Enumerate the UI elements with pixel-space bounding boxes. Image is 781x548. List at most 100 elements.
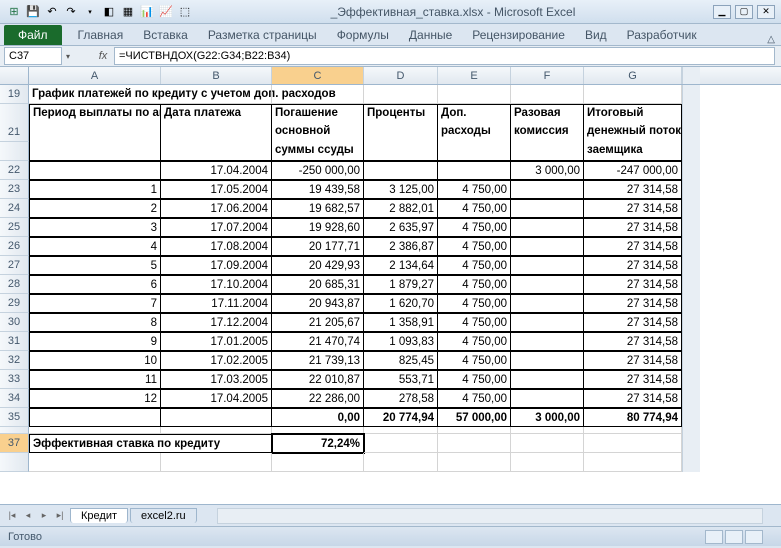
redo-icon[interactable]: ↷ (63, 4, 79, 20)
cell[interactable] (511, 434, 584, 453)
cell[interactable]: 4 (29, 237, 161, 256)
cell[interactable] (511, 313, 584, 332)
cell[interactable]: 10 (29, 351, 161, 370)
cell-A37[interactable]: Эффективная ставка по кредиту (29, 434, 161, 453)
sheet-nav-prev-icon[interactable]: ◂ (20, 510, 36, 521)
cell[interactable]: 1 093,83 (364, 332, 438, 351)
cell[interactable] (272, 453, 364, 472)
cell[interactable]: 2 635,97 (364, 218, 438, 237)
cell[interactable]: -247 000,00 (584, 161, 682, 180)
cell[interactable] (511, 351, 584, 370)
cell[interactable]: 12 (29, 389, 161, 408)
view-normal-button[interactable] (705, 530, 723, 544)
cell[interactable] (584, 434, 682, 453)
tab-pagelayout[interactable]: Разметка страницы (198, 25, 327, 45)
sheet-nav-last-icon[interactable]: ▸| (52, 510, 68, 521)
cell[interactable]: 17.04.2005 (161, 389, 272, 408)
cell[interactable]: 22 010,87 (272, 370, 364, 389)
cell[interactable] (584, 427, 682, 434)
cell[interactable] (438, 142, 511, 161)
tab-review[interactable]: Рецензирование (462, 25, 575, 45)
cell[interactable] (161, 142, 272, 161)
cell[interactable] (161, 408, 272, 427)
cell[interactable]: 21 470,74 (272, 332, 364, 351)
cell-header-D[interactable]: Проценты (364, 104, 438, 123)
tab-data[interactable]: Данные (399, 25, 462, 45)
cell[interactable] (511, 85, 584, 104)
cell[interactable]: денежный поток (584, 123, 682, 142)
cell[interactable]: 17.10.2004 (161, 275, 272, 294)
cell[interactable]: 8 (29, 313, 161, 332)
cell[interactable]: 6 (29, 275, 161, 294)
cell[interactable]: 21 205,67 (272, 313, 364, 332)
cell[interactable] (511, 237, 584, 256)
cell[interactable]: 278,58 (364, 389, 438, 408)
cell[interactable]: 3 000,00 (511, 161, 584, 180)
cell[interactable]: 4 750,00 (438, 332, 511, 351)
cell[interactable] (511, 275, 584, 294)
cell[interactable] (584, 85, 682, 104)
row-header[interactable]: 25 (0, 218, 29, 237)
cell[interactable]: 3 (29, 218, 161, 237)
qat-more-icon[interactable]: ▾ (82, 4, 98, 20)
cell[interactable]: 27 314,58 (584, 294, 682, 313)
cell-header-F[interactable]: Разовая (511, 104, 584, 123)
cell[interactable]: 19 682,57 (272, 199, 364, 218)
cell[interactable]: 9 (29, 332, 161, 351)
cell[interactable] (272, 85, 364, 104)
cell[interactable]: 27 314,58 (584, 389, 682, 408)
cell[interactable]: 27 314,58 (584, 313, 682, 332)
cell[interactable]: 4 750,00 (438, 351, 511, 370)
cell[interactable]: 17.12.2004 (161, 313, 272, 332)
cell[interactable]: 27 314,58 (584, 275, 682, 294)
formula-input[interactable]: =ЧИСТВНДОХ(G22:G34;B22:B34) (114, 47, 775, 65)
cell-A19[interactable]: График платежей по кредиту с учетом доп.… (29, 85, 161, 104)
cell[interactable]: основной (272, 123, 364, 142)
cell[interactable]: 27 314,58 (584, 370, 682, 389)
cell[interactable] (511, 453, 584, 472)
row-header[interactable]: 28 (0, 275, 29, 294)
row-header[interactable] (0, 453, 29, 472)
cell[interactable] (161, 453, 272, 472)
cell[interactable] (364, 142, 438, 161)
row-header[interactable]: 22 (0, 161, 29, 180)
cell[interactable]: 4 750,00 (438, 389, 511, 408)
cell-header-C[interactable]: Погашение (272, 104, 364, 123)
cell[interactable] (511, 142, 584, 161)
cell[interactable] (511, 199, 584, 218)
name-box-dropdown-icon[interactable]: ▾ (62, 52, 74, 61)
col-header-C[interactable]: C (272, 67, 364, 84)
cell[interactable] (511, 370, 584, 389)
row-header[interactable]: 37 (0, 434, 29, 453)
col-header-B[interactable]: B (161, 67, 272, 84)
cell[interactable] (511, 332, 584, 351)
cell[interactable]: 19 928,60 (272, 218, 364, 237)
cell[interactable] (29, 123, 161, 142)
cell[interactable]: 27 314,58 (584, 351, 682, 370)
cell[interactable]: 4 750,00 (438, 237, 511, 256)
cell[interactable] (511, 294, 584, 313)
cell-total-E[interactable]: 57 000,00 (438, 408, 511, 427)
cell[interactable]: 21 739,13 (272, 351, 364, 370)
file-tab[interactable]: Файл (4, 25, 62, 45)
cell[interactable]: 4 750,00 (438, 218, 511, 237)
cell[interactable]: 4 750,00 (438, 294, 511, 313)
tab-developer[interactable]: Разработчик (617, 25, 707, 45)
view-pagebreak-button[interactable] (745, 530, 763, 544)
qat-custom5-icon[interactable]: ⬚ (177, 4, 193, 20)
row-header[interactable]: 27 (0, 256, 29, 275)
cell[interactable]: 17.03.2005 (161, 370, 272, 389)
row-header[interactable]: 23 (0, 180, 29, 199)
cell[interactable]: 7 (29, 294, 161, 313)
cell[interactable] (364, 161, 438, 180)
tab-formulas[interactable]: Формулы (327, 25, 399, 45)
cell[interactable]: 17.11.2004 (161, 294, 272, 313)
row-header[interactable]: 29 (0, 294, 29, 313)
cell[interactable] (438, 85, 511, 104)
cell[interactable] (161, 434, 272, 453)
cell-total-G[interactable]: 80 774,94 (584, 408, 682, 427)
cell[interactable]: комиссия (511, 123, 584, 142)
row-header[interactable]: 32 (0, 351, 29, 370)
row-header[interactable]: 30 (0, 313, 29, 332)
row-header[interactable]: 35 (0, 408, 29, 427)
